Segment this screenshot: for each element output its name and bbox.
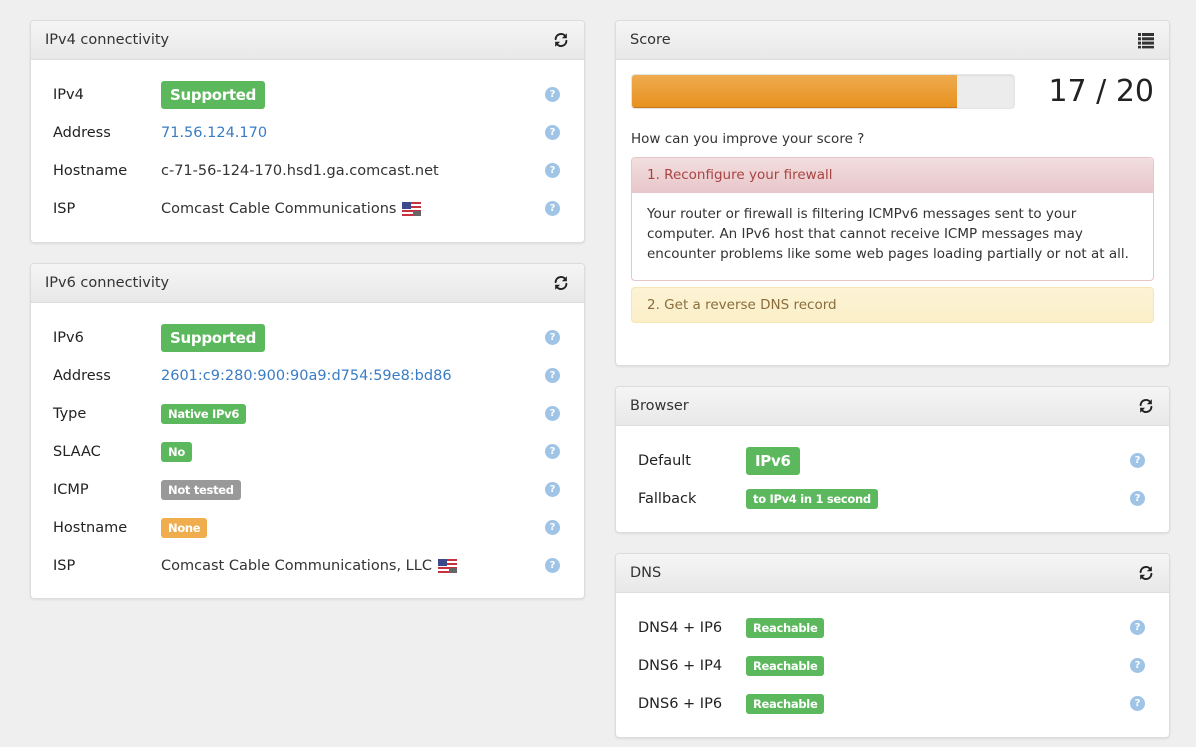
score-panel-title: Score [630, 32, 671, 48]
advice-firewall-body: Your router or firewall is filtering ICM… [647, 206, 1129, 262]
ipv4-row-hostname: Hostname c-71-56-124-170.hsd1.ga.comcast… [53, 152, 562, 190]
ipv6-row-isp: ISP Comcast Cable Communications, LLC ? [53, 547, 562, 585]
score-value: 17 / 20 [1048, 74, 1154, 109]
ipv4-panel-title: IPv4 connectivity [45, 32, 170, 48]
question-icon[interactable]: ? [1130, 491, 1145, 506]
ipv4-row-status: IPv4 Supported ? [53, 76, 562, 114]
ipv6-panel-heading: IPv6 connectivity [31, 264, 584, 303]
question-icon[interactable]: ? [545, 406, 560, 421]
dns-row: DNS6 + IP4 Reachable ? [638, 647, 1147, 685]
browser-row-default: Default IPv6 ? [638, 442, 1147, 480]
question-icon[interactable]: ? [545, 520, 560, 535]
score-panel-heading: Score [616, 21, 1169, 60]
question-icon[interactable]: ? [545, 330, 560, 345]
ipv6-hostname-badge: None [161, 518, 208, 538]
question-icon[interactable]: ? [545, 201, 560, 216]
us-flag-icon [438, 559, 457, 573]
refresh-icon[interactable] [552, 274, 570, 292]
row-label: IPv6 [53, 330, 84, 346]
row-label: Fallback [638, 491, 697, 507]
refresh-icon[interactable] [1137, 564, 1155, 582]
row-label: Type [53, 406, 87, 422]
dns-panel-title: DNS [630, 565, 662, 581]
question-icon[interactable]: ? [545, 125, 560, 140]
dns-reachable-badge: Reachable [746, 694, 825, 714]
row-label: ISP [53, 558, 76, 574]
ipv4-panel: IPv4 connectivity IPv4 Supported ? Addre… [30, 20, 585, 243]
ipv4-panel-heading: IPv4 connectivity [31, 21, 584, 60]
ipv4-supported-badge: Supported [161, 81, 266, 109]
ipv6-row-address: Address 2601:c9:280:900:90a9:d754:59e8:b… [53, 357, 562, 395]
refresh-icon[interactable] [552, 31, 570, 49]
ipv6-slaac-badge: No [161, 442, 192, 462]
advice-firewall: 1. Reconfigure your firewall Your router… [631, 157, 1154, 281]
row-label: DNS4 + IP6 [638, 620, 723, 636]
dns-reachable-badge: Reachable [746, 656, 825, 676]
question-icon[interactable]: ? [545, 558, 560, 573]
score-panel: Score 17 / 20 How can you improve your s… [615, 20, 1170, 366]
score-progress-bar [631, 74, 1015, 109]
browser-panel-heading: Browser [616, 387, 1169, 426]
browser-row-fallback: Fallback to IPv4 in 1 second ? [638, 480, 1147, 518]
question-icon[interactable]: ? [545, 444, 560, 459]
row-label: ISP [53, 201, 76, 217]
dns-panel-heading: DNS [616, 554, 1169, 593]
ipv6-isp-value: Comcast Cable Communications, LLC [161, 558, 432, 574]
ipv6-row-icmp: ICMP Not tested ? [53, 471, 562, 509]
advice-reverse-dns[interactable]: 2. Get a reverse DNS record [631, 287, 1154, 323]
ipv6-type-badge: Native IPv6 [161, 404, 247, 424]
dns-reachable-badge: Reachable [746, 618, 825, 638]
improve-question: How can you improve your score ? [631, 131, 865, 147]
row-label: DNS6 + IP4 [638, 658, 723, 674]
us-flag-icon [402, 202, 421, 216]
question-icon[interactable]: ? [1130, 453, 1145, 468]
question-icon[interactable]: ? [545, 368, 560, 383]
question-icon[interactable]: ? [545, 87, 560, 102]
ipv6-supported-badge: Supported [161, 324, 266, 352]
row-label: Address [53, 368, 111, 384]
list-icon[interactable] [1137, 31, 1155, 49]
ipv4-row-isp: ISP Comcast Cable Communications ? [53, 190, 562, 228]
browser-panel: Browser Default IPv6 ? Fallback to IPv4 … [615, 386, 1170, 533]
row-label: DNS6 + IP6 [638, 696, 723, 712]
ipv4-isp-value: Comcast Cable Communications [161, 201, 397, 217]
dns-row: DNS6 + IP6 Reachable ? [638, 685, 1147, 723]
question-icon[interactable]: ? [1130, 658, 1145, 673]
ipv4-hostname-value: c-71-56-124-170.hsd1.ga.comcast.net [161, 163, 439, 179]
refresh-icon[interactable] [1137, 397, 1155, 415]
ipv6-panel: IPv6 connectivity IPv6 Supported ? Addre… [30, 263, 585, 599]
dns-row: DNS4 + IP6 Reachable ? [638, 609, 1147, 647]
browser-fallback-badge: to IPv4 in 1 second [746, 489, 878, 509]
ipv6-row-status: IPv6 Supported ? [53, 319, 562, 357]
question-icon[interactable]: ? [545, 163, 560, 178]
browser-default-badge: IPv6 [746, 447, 800, 475]
row-label: SLAAC [53, 444, 101, 460]
advice-firewall-title[interactable]: 1. Reconfigure your firewall [632, 158, 1153, 193]
ipv4-row-address: Address 71.56.124.170 ? [53, 114, 562, 152]
ipv6-address-link[interactable]: 2601:c9:280:900:90a9:d754:59e8:bd86 [161, 368, 452, 384]
question-icon[interactable]: ? [1130, 620, 1145, 635]
ipv6-row-slaac: SLAAC No ? [53, 433, 562, 471]
ipv6-row-hostname: Hostname None ? [53, 509, 562, 547]
row-label: IPv4 [53, 87, 84, 103]
row-label: Address [53, 125, 111, 141]
browser-panel-title: Browser [630, 398, 689, 414]
ipv4-address-link[interactable]: 71.56.124.170 [161, 125, 267, 141]
row-label: Hostname [53, 163, 128, 179]
row-label: Default [638, 453, 691, 469]
score-progress-fill [632, 75, 957, 108]
question-icon[interactable]: ? [1130, 696, 1145, 711]
row-label: Hostname [53, 520, 128, 536]
ipv6-icmp-badge: Not tested [161, 480, 241, 500]
question-icon[interactable]: ? [545, 482, 560, 497]
row-label: ICMP [53, 482, 89, 498]
ipv6-row-type: Type Native IPv6 ? [53, 395, 562, 433]
dns-panel: DNS DNS4 + IP6 Reachable ? DNS6 + IP4 Re… [615, 553, 1170, 738]
ipv6-panel-title: IPv6 connectivity [45, 275, 170, 291]
